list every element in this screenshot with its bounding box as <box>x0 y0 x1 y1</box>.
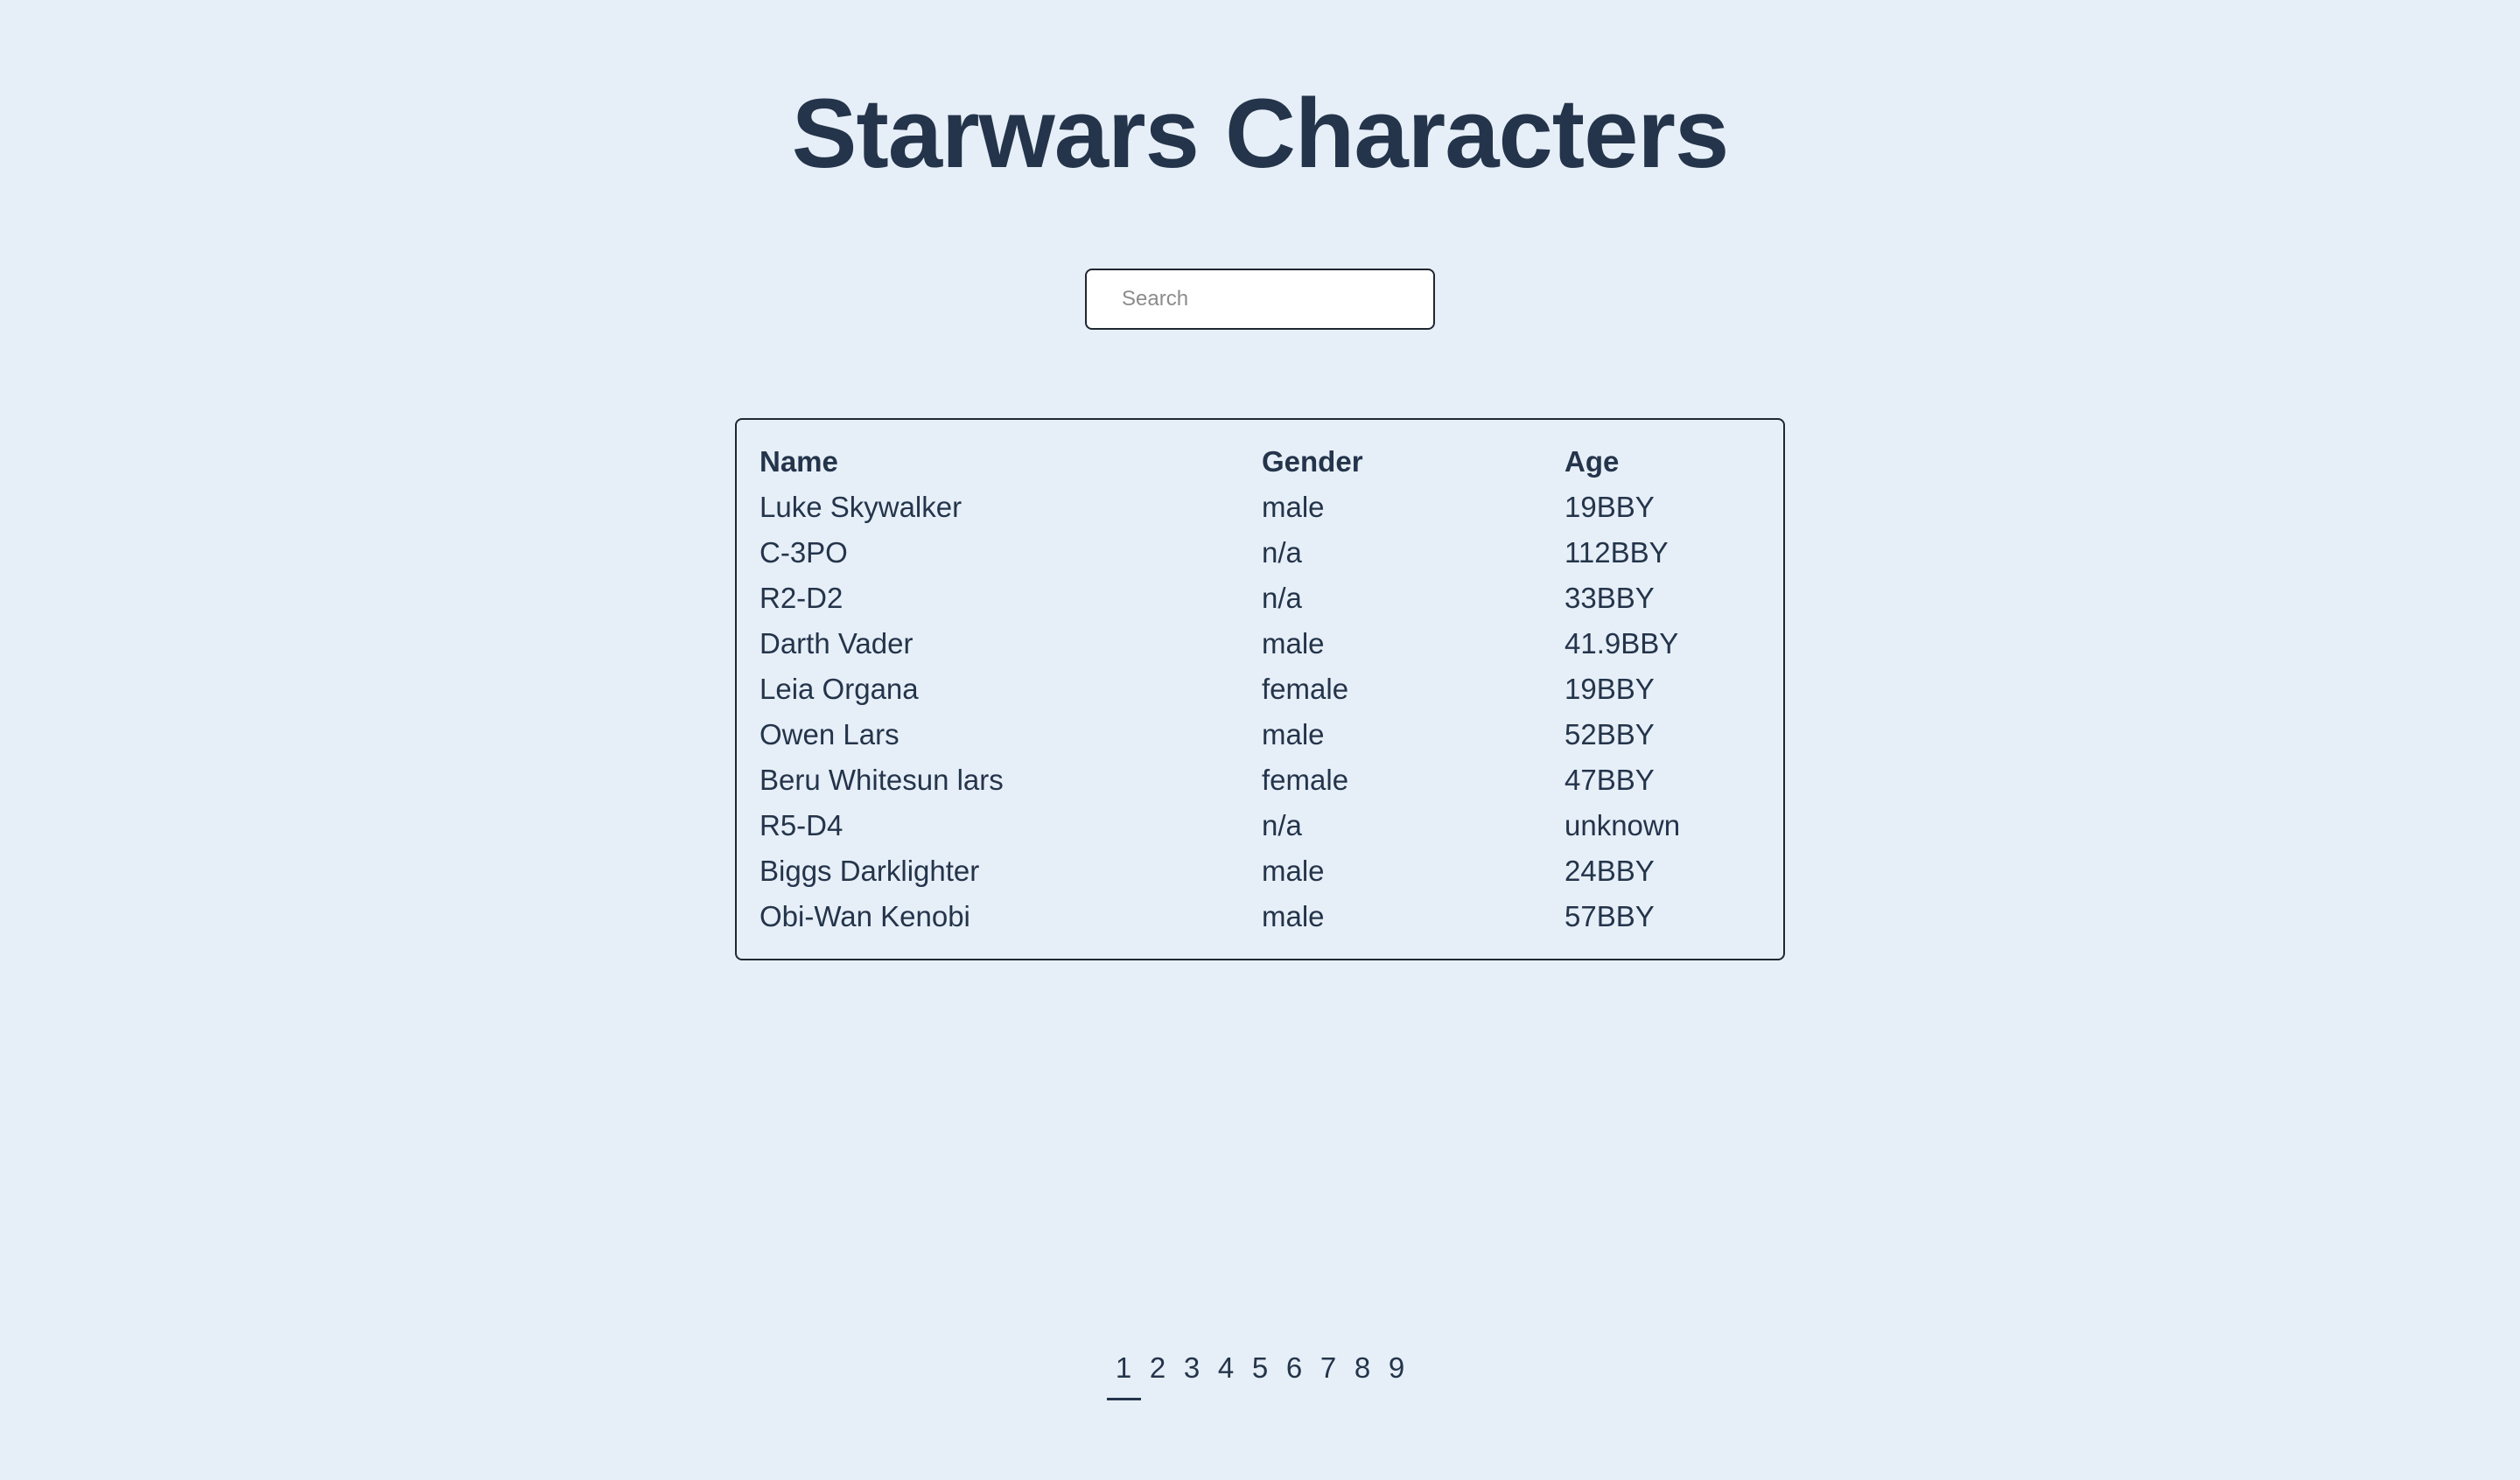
cell-name: Biggs Darklighter <box>760 855 980 887</box>
page-link-7[interactable]: 7 <box>1312 1344 1346 1400</box>
cell-name: Darth Vader <box>760 627 914 660</box>
search-input[interactable] <box>1085 269 1435 330</box>
table-header-row: Name Gender Age <box>760 439 1760 485</box>
cell-name: Beru Whitesun lars <box>760 764 1004 796</box>
cell-age: 19BBY <box>1564 491 1655 523</box>
cell-gender: male <box>1262 627 1325 660</box>
page-link-6[interactable]: 6 <box>1278 1344 1312 1400</box>
cell-age: 41.9BBY <box>1564 627 1679 660</box>
table-row: C-3PO n/a 112BBY <box>760 530 1760 576</box>
cell-gender: female <box>1262 764 1349 796</box>
cell-name: Leia Organa <box>760 673 919 705</box>
characters-table: Name Gender Age Luke Skywalker male 19BB… <box>760 439 1760 939</box>
cell-age: 19BBY <box>1564 673 1655 705</box>
page-link-2[interactable]: 2 <box>1141 1344 1175 1400</box>
cell-name: R2-D2 <box>760 582 844 614</box>
pagination: 1 2 3 4 5 6 7 8 9 <box>0 1344 2520 1400</box>
cell-age: 112BBY <box>1564 536 1669 569</box>
cell-age: 52BBY <box>1564 718 1655 750</box>
page-link-1[interactable]: 1 <box>1106 1344 1141 1400</box>
characters-table-container: Name Gender Age Luke Skywalker male 19BB… <box>735 418 1785 960</box>
cell-gender: male <box>1262 855 1325 887</box>
search-container <box>1085 269 1435 330</box>
cell-age: 33BBY <box>1564 582 1655 614</box>
cell-name: Luke Skywalker <box>760 491 962 523</box>
page-link-4[interactable]: 4 <box>1209 1344 1243 1400</box>
cell-name: Owen Lars <box>760 718 900 750</box>
cell-age: unknown <box>1564 809 1681 841</box>
cell-name: C-3PO <box>760 536 848 569</box>
cell-gender: male <box>1262 900 1325 932</box>
column-header-name: Name <box>760 445 838 478</box>
cell-age: 57BBY <box>1564 900 1655 932</box>
table-row: Darth Vader male 41.9BBY <box>760 621 1760 667</box>
table-row: Obi-Wan Kenobi male 57BBY <box>760 894 1760 939</box>
table-row: Biggs Darklighter male 24BBY <box>760 848 1760 894</box>
page-link-3[interactable]: 3 <box>1175 1344 1209 1400</box>
cell-age: 24BBY <box>1564 855 1655 887</box>
table-row: Owen Lars male 52BBY <box>760 712 1760 757</box>
page-link-9[interactable]: 9 <box>1380 1344 1414 1400</box>
cell-name: Obi-Wan Kenobi <box>760 900 970 932</box>
cell-gender: n/a <box>1262 809 1302 841</box>
page-link-8[interactable]: 8 <box>1346 1344 1380 1400</box>
cell-gender: male <box>1262 491 1325 523</box>
column-header-gender: Gender <box>1262 445 1363 478</box>
table-row: Beru Whitesun lars female 47BBY <box>760 757 1760 803</box>
cell-gender: n/a <box>1262 582 1302 614</box>
page-link-5[interactable]: 5 <box>1243 1344 1278 1400</box>
cell-gender: male <box>1262 718 1325 750</box>
cell-gender: female <box>1262 673 1349 705</box>
table-row: Leia Organa female 19BBY <box>760 667 1760 712</box>
cell-gender: n/a <box>1262 536 1302 569</box>
table-row: R5-D4 n/a unknown <box>760 803 1760 848</box>
cell-age: 47BBY <box>1564 764 1655 796</box>
page-title: Starwars Characters <box>791 79 1729 188</box>
table-row: Luke Skywalker male 19BBY <box>760 485 1760 530</box>
cell-name: R5-D4 <box>760 809 844 841</box>
column-header-age: Age <box>1564 445 1620 478</box>
table-row: R2-D2 n/a 33BBY <box>760 576 1760 621</box>
